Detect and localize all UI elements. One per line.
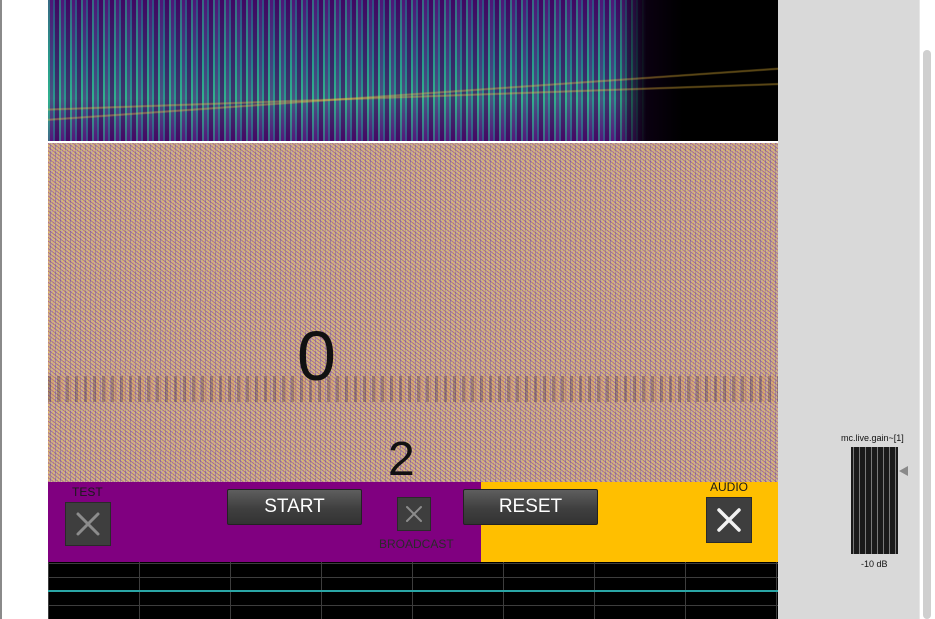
- close-x-icon: [406, 506, 422, 522]
- test-label: TEST: [72, 485, 103, 499]
- noise-waveform-band: [48, 376, 778, 402]
- close-x-icon: [717, 508, 741, 532]
- gain-pointer-icon[interactable]: [899, 466, 908, 476]
- audio-toggle[interactable]: [706, 497, 752, 543]
- scrollbar-thumb[interactable]: [923, 50, 931, 619]
- scope-trace: [48, 590, 778, 592]
- counter-number: 0: [297, 317, 336, 395]
- broadcast-label: BROADCAST: [379, 537, 454, 551]
- start-button[interactable]: START: [227, 489, 362, 525]
- window-edge: [0, 0, 2, 619]
- audio-label: AUDIO: [710, 480, 749, 494]
- workspace-left-margin: [0, 0, 48, 619]
- gain-slider[interactable]: [851, 447, 898, 554]
- broadcast-toggle[interactable]: [397, 497, 431, 531]
- noise-video-display: [48, 143, 778, 482]
- secondary-number: 2: [388, 433, 415, 486]
- spectrogram-display: [48, 0, 778, 141]
- test-toggle[interactable]: [65, 502, 111, 546]
- reset-button[interactable]: RESET: [463, 489, 598, 525]
- gain-value: -10 dB: [861, 559, 888, 569]
- close-x-icon: [76, 512, 100, 536]
- gain-object-name: mc.live.gain~[1]: [841, 433, 904, 443]
